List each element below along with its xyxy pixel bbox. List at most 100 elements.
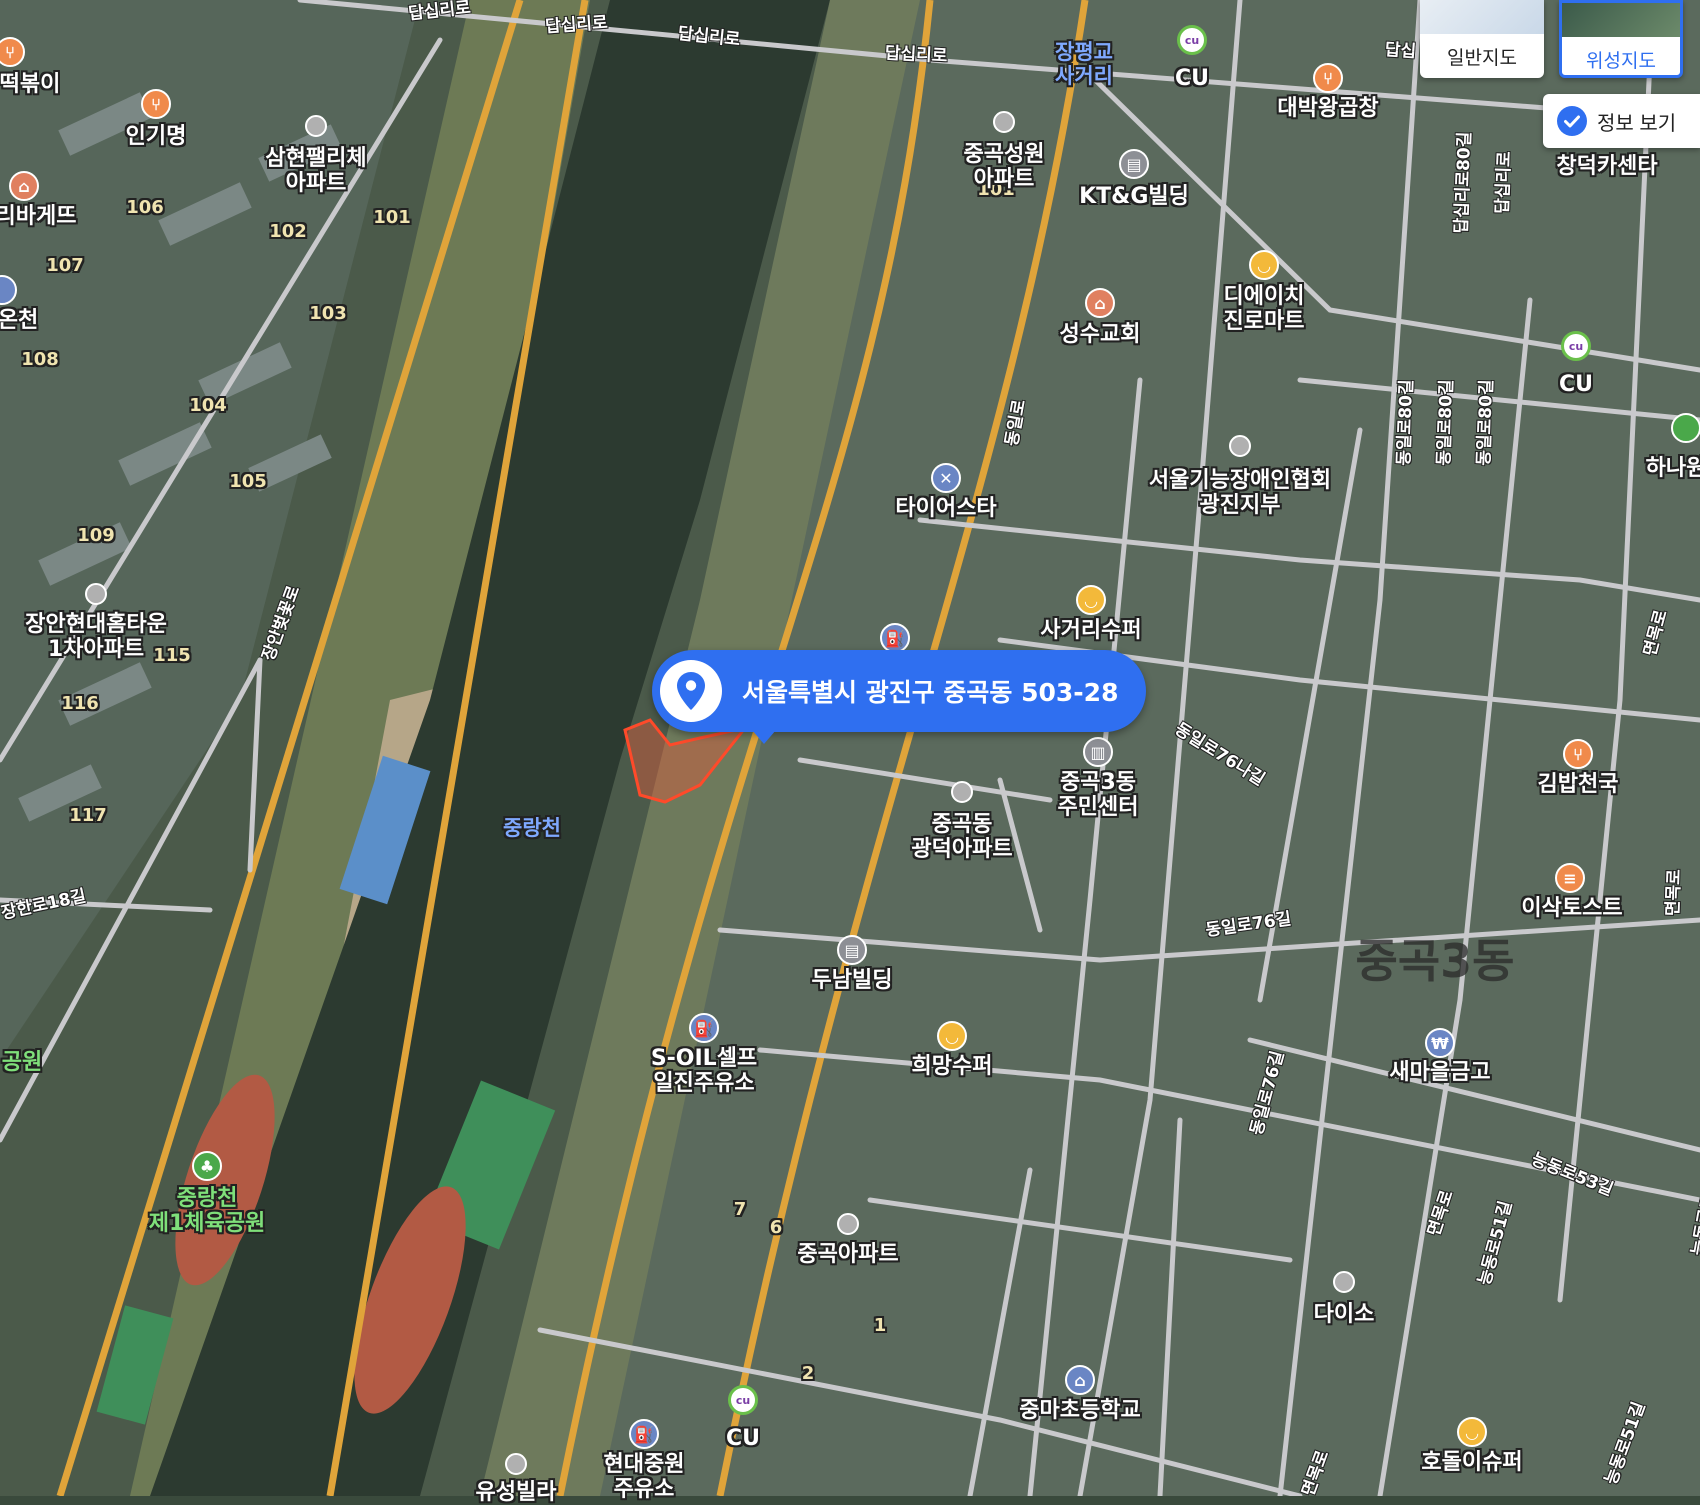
satellite-map-thumbnail: [1562, 3, 1680, 37]
grocery-icon[interactable]: ◡: [1076, 585, 1106, 615]
normal-map-button[interactable]: 일반지도: [1420, 0, 1544, 78]
river-label: 중랑천: [503, 816, 561, 840]
building-number: 101: [373, 207, 411, 228]
address-pin-banner[interactable]: 서울특별시 광진구 중곡동 503-28: [652, 650, 1147, 744]
info-toggle[interactable]: 정보 보기: [1543, 94, 1700, 148]
poi-label[interactable]: 중곡아파트: [797, 1242, 898, 1267]
gas-station-icon[interactable]: ⛽: [629, 1419, 659, 1449]
grocery-icon[interactable]: ◡: [1249, 250, 1279, 280]
place-icon[interactable]: [1229, 435, 1251, 457]
poi-label[interactable]: 희망수퍼: [912, 1054, 993, 1079]
place-icon[interactable]: [1333, 1271, 1355, 1293]
intersection-label: 장평교 사거리: [1055, 40, 1113, 89]
building-number: 103: [309, 303, 347, 324]
road-label: 동일로80길: [1434, 379, 1458, 467]
poi-label[interactable]: S-OIL셀프 일진주유소: [651, 1046, 757, 1097]
poi-label[interactable]: 인기명: [126, 124, 187, 149]
apartment-icon[interactable]: [85, 583, 107, 605]
restaurant-icon[interactable]: ≡: [1555, 863, 1585, 893]
poi-label[interactable]: 중랑천 제1체육공원: [149, 1186, 266, 1237]
building-number: 105: [229, 471, 267, 492]
poi-label[interactable]: 새마을금고: [1389, 1060, 1490, 1085]
road-label: 답십리로: [544, 12, 609, 38]
building-number: 104: [189, 395, 227, 416]
church-icon[interactable]: ⌂: [1085, 288, 1115, 318]
poi-label[interactable]: 사거리수퍼: [1040, 618, 1141, 643]
building-number: 107: [46, 255, 84, 276]
poi-label[interactable]: 중마초등학교: [1019, 1398, 1140, 1423]
poi-label[interactable]: 중곡성원 아파트: [964, 142, 1045, 193]
road-label: 답십리로: [1492, 150, 1515, 215]
poi-label[interactable]: 디에이치 진로마트: [1224, 284, 1305, 335]
building-icon[interactable]: ▤: [1119, 149, 1149, 179]
apartment-icon[interactable]: [993, 111, 1015, 133]
poi-label[interactable]: 타이어스타: [895, 496, 996, 521]
satellite-map[interactable]: [0, 0, 1700, 1496]
restaurant-icon[interactable]: ⑂: [1313, 63, 1343, 93]
gas-station-icon[interactable]: ⛽: [689, 1013, 719, 1043]
poi-label[interactable]: 대박왕곱창: [1277, 96, 1378, 121]
building-number: 7: [733, 1199, 747, 1220]
satellite-map-label: 위성지도: [1586, 50, 1656, 72]
poi-label[interactable]: 현대중원 주유소: [604, 1452, 685, 1503]
park-icon[interactable]: ♣: [192, 1151, 222, 1181]
grocery-icon[interactable]: ◡: [1457, 1417, 1487, 1447]
pin-tail: [752, 730, 776, 744]
apartment-icon[interactable]: [837, 1213, 859, 1235]
bank-icon[interactable]: ₩: [1425, 1028, 1455, 1058]
building-number: 109: [77, 525, 115, 546]
road-label: 동일로80길: [1394, 379, 1418, 467]
poi-label[interactable]: 삼현팰리체 아파트: [265, 146, 366, 197]
satellite-map-button[interactable]: 위성지도: [1559, 0, 1683, 78]
poi-label[interactable]: 중곡동 광덕아파트: [911, 812, 1012, 863]
poi-label[interactable]: CU: [726, 1426, 760, 1451]
restaurant-icon[interactable]: ⑂: [1563, 739, 1593, 769]
poi-label[interactable]: 리바게뜨: [0, 204, 76, 229]
poi-label[interactable]: 두남빌딩: [812, 968, 893, 993]
cu-store-icon[interactable]: cu: [728, 1385, 758, 1415]
road-label: 답십리로80길: [1451, 131, 1476, 234]
checkmark-icon: [1557, 106, 1587, 136]
repair-icon[interactable]: ✕: [931, 463, 961, 493]
poi-label[interactable]: 창덕카센타: [1556, 154, 1657, 179]
poi-label[interactable]: 이삭토스트: [1521, 896, 1622, 921]
gas-station-icon[interactable]: ⛽: [880, 623, 910, 653]
building-number: 116: [61, 693, 99, 714]
cu-store-icon[interactable]: cu: [1561, 331, 1591, 361]
building-number: 1: [873, 1315, 887, 1336]
grocery-icon[interactable]: ◡: [937, 1021, 967, 1051]
poi-label[interactable]: CU: [1175, 66, 1209, 91]
poi-label[interactable]: 성수교회: [1060, 322, 1141, 347]
district-label: 중곡3동: [1355, 934, 1515, 988]
service-icon[interactable]: [1671, 413, 1700, 443]
poi-label[interactable]: 중곡3동 주민센터: [1058, 770, 1139, 821]
poi-label[interactable]: 공원: [2, 1050, 42, 1075]
apartment-icon[interactable]: [505, 1453, 527, 1475]
normal-map-thumbnail: [1420, 0, 1544, 34]
poi-label[interactable]: 장안현대홈타운 1차아파트: [25, 612, 167, 663]
apartment-icon[interactable]: [305, 115, 327, 137]
road-label: 동일로80길: [1474, 379, 1498, 467]
normal-map-label: 일반지도: [1447, 47, 1517, 69]
poi-label[interactable]: CU: [1559, 372, 1593, 397]
poi-label[interactable]: 다이소: [1314, 1302, 1375, 1327]
cu-store-icon[interactable]: cu: [1177, 25, 1207, 55]
building-icon[interactable]: ▤: [837, 935, 867, 965]
poi-label[interactable]: 유성빌라: [476, 1480, 557, 1505]
civic-icon[interactable]: ▥: [1083, 737, 1113, 767]
poi-label[interactable]: 하나원: [1646, 456, 1700, 481]
building-number: 102: [269, 221, 307, 242]
restaurant-icon[interactable]: ⑂: [141, 89, 171, 119]
building-number: 106: [126, 197, 164, 218]
poi-label[interactable]: 떡볶이: [0, 72, 60, 97]
poi-label[interactable]: 서울기능장애인협회 광진지부: [1149, 468, 1331, 519]
school-icon[interactable]: ⌂: [1065, 1365, 1095, 1395]
poi-label[interactable]: 호돌이슈퍼: [1421, 1450, 1522, 1475]
poi-label[interactable]: 김밥천국: [1538, 772, 1619, 797]
poi-label[interactable]: 온천: [0, 308, 38, 333]
building-number: 6: [769, 1217, 783, 1238]
poi-label[interactable]: KT&G빌딩: [1079, 184, 1189, 209]
info-toggle-label: 정보 보기: [1597, 112, 1677, 135]
apartment-icon[interactable]: [951, 781, 973, 803]
bakery-icon[interactable]: ⌂: [9, 171, 39, 201]
